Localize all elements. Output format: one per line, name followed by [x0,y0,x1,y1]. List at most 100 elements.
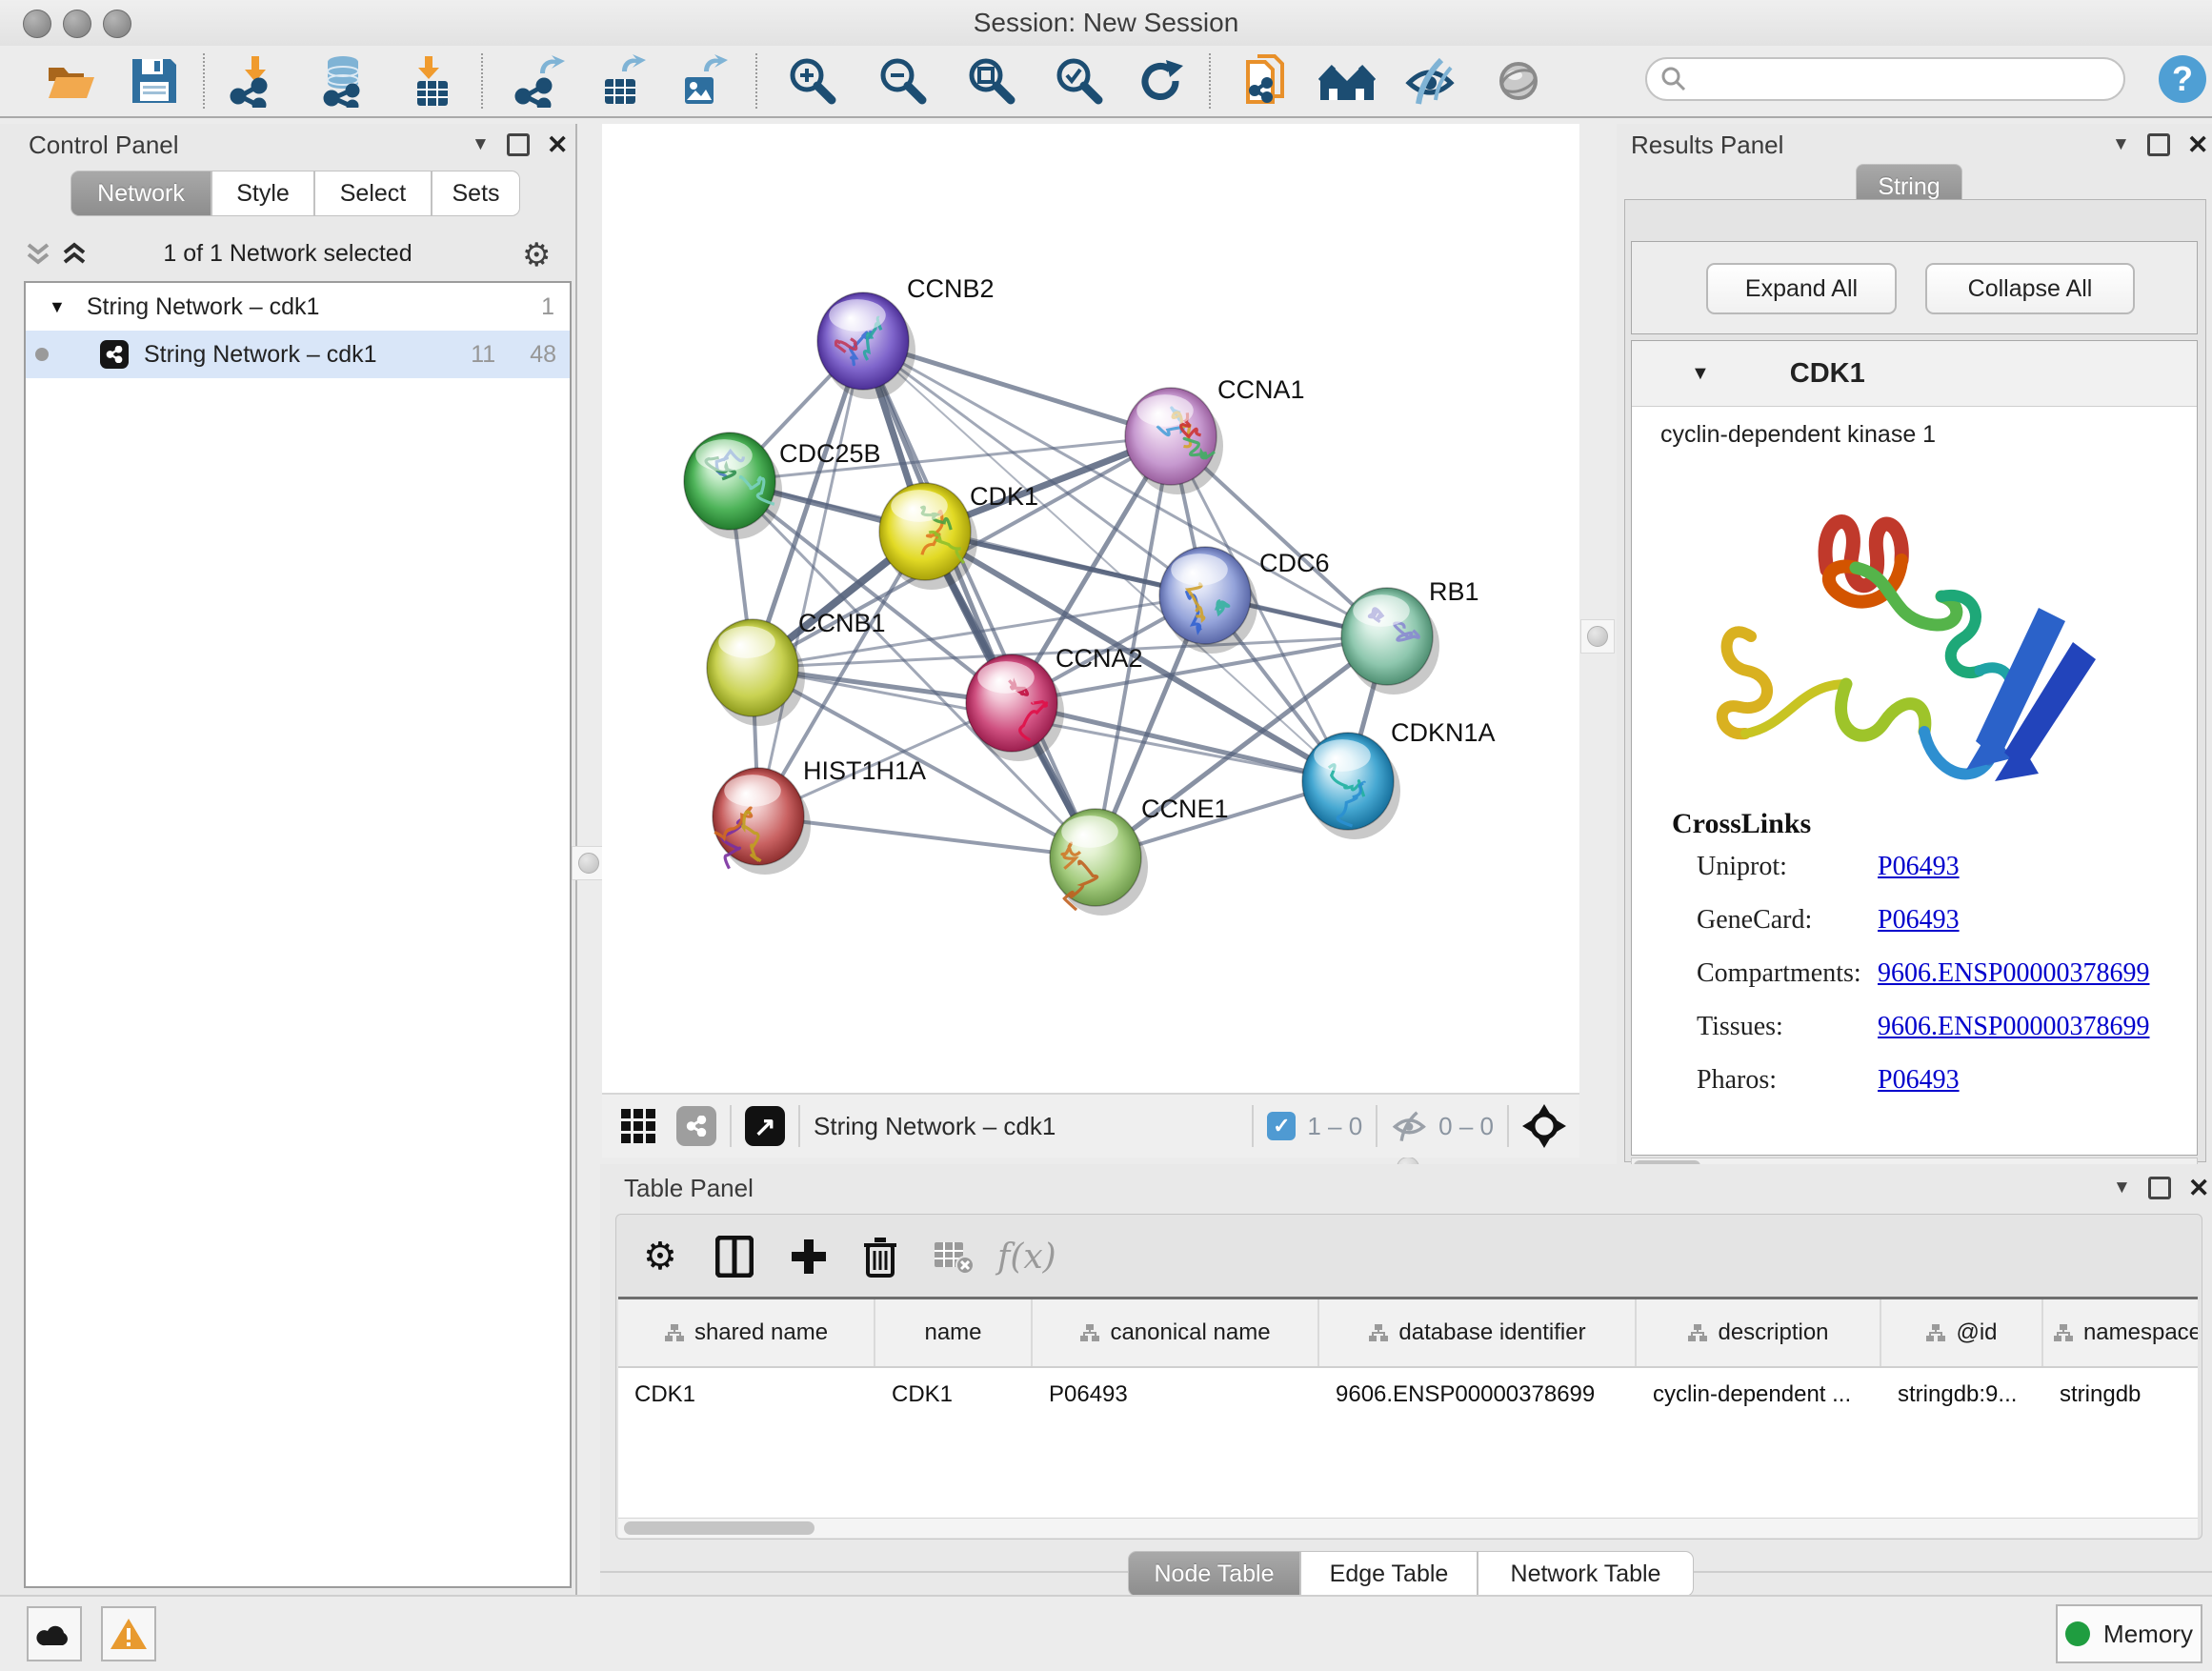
birdseye-crosshair-icon[interactable] [1522,1104,1566,1148]
zoom-fit-button[interactable] [961,50,1022,111]
save-session-button[interactable] [124,50,185,111]
collection-label: String Network – cdk1 [87,293,320,321]
crosslink-link[interactable]: 9606.ENSP00000378699 [1878,1012,2149,1041]
network-node-CDK1[interactable]: CDK1 [879,482,1038,590]
tab-node-table[interactable]: Node Table [1128,1551,1300,1597]
zoom-in-icon [786,54,839,108]
network-node-HIST1H1A[interactable]: HIST1H1A [713,756,926,875]
crosslink-link[interactable]: P06493 [1878,905,1960,935]
selected-checkbox-icon[interactable]: ✓ [1267,1112,1296,1140]
network-options-gear-icon[interactable]: ⚙ [522,236,551,274]
maximize-panel-icon[interactable] [507,133,530,156]
section-collapse-icon[interactable]: ▼ [1691,363,1710,385]
detach-view-icon[interactable]: ↗ [745,1106,785,1146]
crosslink-link[interactable]: 9606.ENSP00000378699 [1878,958,2149,988]
close-panel-icon[interactable]: ✕ [2187,136,2209,153]
show-columns-icon[interactable] [715,1232,754,1281]
node-section-header[interactable]: ▼ CDK1 [1632,341,2197,407]
import-network-database-button[interactable] [314,50,375,111]
cloud-status-button[interactable] [27,1606,82,1661]
crosslink-link[interactable]: P06493 [1878,852,1960,881]
node-details-section: ▼ CDK1 cyclin-dependent kinase 1 [1631,340,2198,1156]
network-row[interactable]: String Network – cdk1 11 48 [26,331,570,378]
close-panel-icon[interactable]: ✕ [547,136,569,153]
column-header-shared-name[interactable]: shared name [618,1299,875,1366]
float-panel-icon[interactable]: ▼ [2113,1178,2131,1198]
right-splitter-handle[interactable] [1580,619,1615,654]
import-table-button[interactable] [402,50,463,111]
float-panel-icon[interactable]: ▼ [472,134,490,155]
network-collection-row[interactable]: ▼ String Network – cdk1 1 [26,283,570,331]
cell-database-identifier: 9606.ENSP00000378699 [1319,1368,1637,1421]
zoom-out-button[interactable] [873,50,934,111]
network-overview-icon[interactable] [676,1106,716,1146]
export-network-icon [513,54,567,108]
add-column-icon[interactable] [790,1232,828,1281]
protein-structure-image [1684,455,2142,856]
hide-selected-button[interactable] [1400,50,1461,111]
tab-style[interactable]: Style [211,171,314,216]
search-input[interactable] [1687,65,2091,93]
delete-column-trash-icon[interactable] [862,1232,898,1281]
tab-edge-table[interactable]: Edge Table [1300,1551,1478,1597]
table-options-gear-icon[interactable]: ⚙ [643,1232,677,1281]
table-hscroll-thumb[interactable] [624,1521,814,1535]
collapse-all-button[interactable]: Collapse All [1925,263,2135,314]
memory-button[interactable]: Memory [2056,1604,2202,1663]
network-canvas[interactable]: CCNB2CCNA1CDC25BCDK1CDC6RB1CCNB1CCNA2CDK… [602,124,1579,1093]
apply-layout-button[interactable] [1130,50,1191,111]
network-node-RB1[interactable]: RB1 [1341,577,1479,695]
network-node-CCNB1[interactable]: CCNB1 [707,609,886,726]
tab-network[interactable]: Network [70,171,211,216]
float-panel-icon[interactable]: ▼ [2112,134,2130,155]
table-hscrollbar[interactable] [618,1518,2198,1538]
close-panel-icon[interactable]: ✕ [2188,1179,2210,1197]
expand-all-button[interactable]: Expand All [1706,263,1897,314]
search-box[interactable] [1645,57,2125,101]
cell-namespace: stringdb [2043,1368,2198,1421]
column-header-database-identifier[interactable]: database identifier [1319,1299,1637,1366]
column-header-name[interactable]: name [875,1299,1033,1366]
network-node-CCNE1[interactable]: CCNE1 [1050,795,1229,916]
grid-view-icon[interactable] [621,1109,655,1143]
toolbar-separator [755,53,757,109]
control-panel-title: Control Panel [29,131,179,160]
hidden-eye-icon[interactable] [1391,1110,1429,1142]
network-node-CDKN1A[interactable]: CDKN1A [1302,718,1496,839]
network-node-CCNB2[interactable]: CCNB2 [817,274,995,399]
column-header-description[interactable]: description [1637,1299,1881,1366]
open-session-button[interactable] [40,50,101,111]
maximize-panel-icon[interactable] [2148,1177,2171,1199]
edge-CCNB2-HIST1H1A[interactable] [758,341,863,816]
column-header-canonical-name[interactable]: canonical name [1033,1299,1319,1366]
crosslink-link[interactable]: P06493 [1878,1065,1960,1095]
column-header-namespace[interactable]: namespace [2043,1299,2198,1366]
graphics-details-button[interactable] [1317,50,1377,111]
first-neighbors-button[interactable] [1237,50,1297,111]
tab-sets[interactable]: Sets [432,171,520,216]
export-table-button[interactable] [592,50,653,111]
column-header-@id[interactable]: @id [1881,1299,2043,1366]
export-network-button[interactable] [510,50,571,111]
cell-canonical-name: P06493 [1033,1368,1319,1421]
tab-select[interactable]: Select [314,171,432,216]
crosslink-label: Pharos: [1697,1065,1878,1096]
collection-expand-icon[interactable]: ▼ [49,297,66,317]
import-network-file-button[interactable] [225,50,286,111]
node-label: CCNA2 [1056,644,1143,673]
table-row[interactable]: CDK1CDK1P064939606.ENSP00000378699cyclin… [618,1368,2198,1421]
toolbar-separator [1209,53,1211,109]
maximize-panel-icon[interactable] [2147,133,2170,156]
zoom-in-button[interactable] [782,50,843,111]
tab-network-table[interactable]: Network Table [1478,1551,1694,1597]
divider [730,1105,732,1147]
delete-table-icon[interactable] [933,1232,975,1281]
left-splitter-handle[interactable] [572,846,606,880]
show-selected-button[interactable] [1488,50,1549,111]
warnings-button[interactable] [101,1606,156,1661]
help-button[interactable]: ? [2159,55,2206,103]
function-builder-icon[interactable]: f(x) [997,1232,1056,1281]
export-image-button[interactable] [672,50,733,111]
network-node-CDC6[interactable]: CDC6 [1159,547,1330,654]
zoom-selected-button[interactable] [1049,50,1110,111]
